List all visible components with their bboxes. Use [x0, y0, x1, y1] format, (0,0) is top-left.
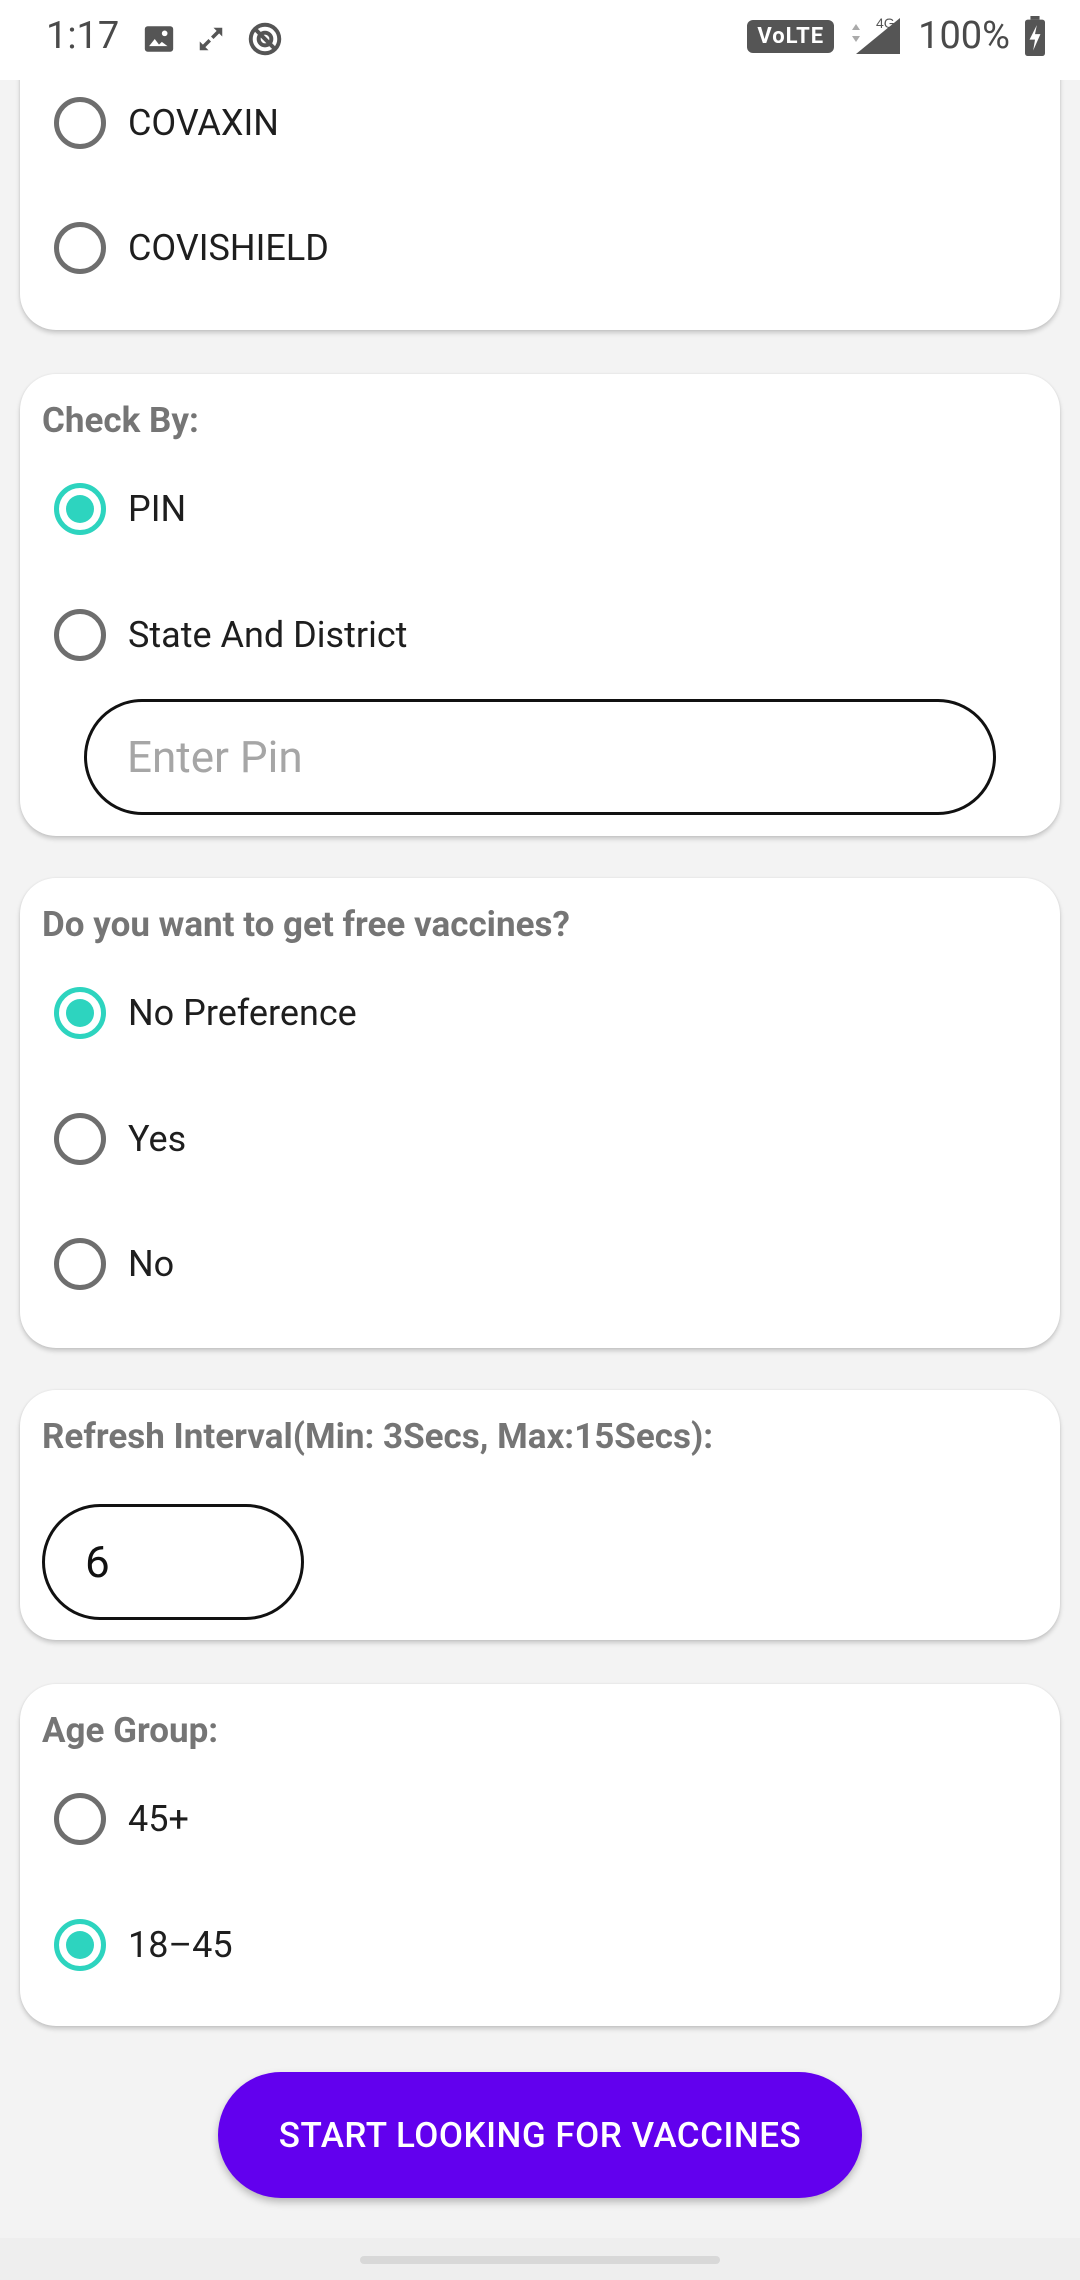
radio-label: Yes: [128, 1118, 187, 1160]
radio-covaxin[interactable]: COVAXIN: [54, 88, 279, 158]
age-group-card: Age Group: 45+ 18–45: [20, 1684, 1060, 2026]
radio-label: No: [128, 1243, 175, 1285]
status-time: 1:17: [46, 14, 120, 58]
pin-input-placeholder: Enter Pin: [127, 731, 303, 783]
volte-badge: VoLTE: [747, 19, 835, 53]
radio-label: State And District: [128, 614, 408, 656]
battery-charging-icon: [1025, 16, 1045, 56]
check-by-title: Check By:: [42, 400, 199, 441]
radio-state-district[interactable]: State And District: [54, 600, 407, 670]
radio-button[interactable]: [54, 1793, 106, 1845]
radio-label: 45+: [128, 1798, 189, 1840]
battery-percent: 100%: [918, 14, 1010, 58]
refresh-interval-value: 6: [85, 1536, 110, 1588]
refresh-interval-title: Refresh Interval(Min: 3Secs, Max:15Secs)…: [42, 1416, 714, 1457]
check-by-card: Check By: PIN State And District Enter P…: [20, 374, 1060, 836]
free-vaccines-title: Do you want to get free vaccines?: [42, 904, 570, 945]
screen: 1:17 VoLTE 4G 100% COVAXIN COVISHIELD Ch…: [0, 0, 1080, 2280]
radio-label: COVAXIN: [128, 102, 279, 144]
radio-label: PIN: [128, 488, 187, 530]
radio-covishield[interactable]: COVISHIELD: [54, 213, 329, 283]
status-system-icons: VoLTE 4G 100%: [747, 14, 1046, 58]
age-group-title: Age Group:: [42, 1710, 219, 1751]
pin-input[interactable]: Enter Pin: [84, 699, 996, 815]
radio-button[interactable]: [54, 1238, 106, 1290]
radio-button-selected[interactable]: [54, 1919, 106, 1971]
navigation-bar: [0, 2238, 1080, 2280]
status-notification-icons: [142, 20, 284, 58]
radio-pin[interactable]: PIN: [54, 474, 186, 544]
expand-arrows-icon: [199, 27, 223, 51]
radio-no-preference[interactable]: No Preference: [54, 978, 357, 1048]
do-not-disturb-icon: [248, 22, 282, 56]
radio-no[interactable]: No: [54, 1229, 174, 1299]
image-icon: [144, 26, 174, 52]
radio-button[interactable]: [54, 609, 106, 661]
radio-button[interactable]: [54, 222, 106, 274]
radio-yes[interactable]: Yes: [54, 1104, 186, 1174]
radio-label: No Preference: [128, 992, 357, 1034]
status-bar: 1:17 VoLTE 4G 100%: [0, 0, 1080, 80]
refresh-interval-input[interactable]: 6: [42, 1504, 304, 1620]
radio-age-45-plus[interactable]: 45+: [54, 1784, 189, 1854]
radio-button[interactable]: [54, 97, 106, 149]
radio-label: 18–45: [128, 1924, 233, 1966]
radio-button-selected[interactable]: [54, 483, 106, 535]
free-vaccines-card: Do you want to get free vaccines? No Pre…: [20, 878, 1060, 1348]
radio-button-selected[interactable]: [54, 987, 106, 1039]
radio-button[interactable]: [54, 1113, 106, 1165]
signal-icon: 4G: [852, 15, 901, 54]
start-looking-button[interactable]: START LOOKING FOR VACCINES: [218, 2072, 862, 2198]
gesture-handle[interactable]: [360, 2256, 720, 2264]
radio-age-18-45[interactable]: 18–45: [54, 1910, 233, 1980]
radio-label: COVISHIELD: [128, 227, 329, 269]
refresh-interval-card: Refresh Interval(Min: 3Secs, Max:15Secs)…: [20, 1390, 1060, 1640]
